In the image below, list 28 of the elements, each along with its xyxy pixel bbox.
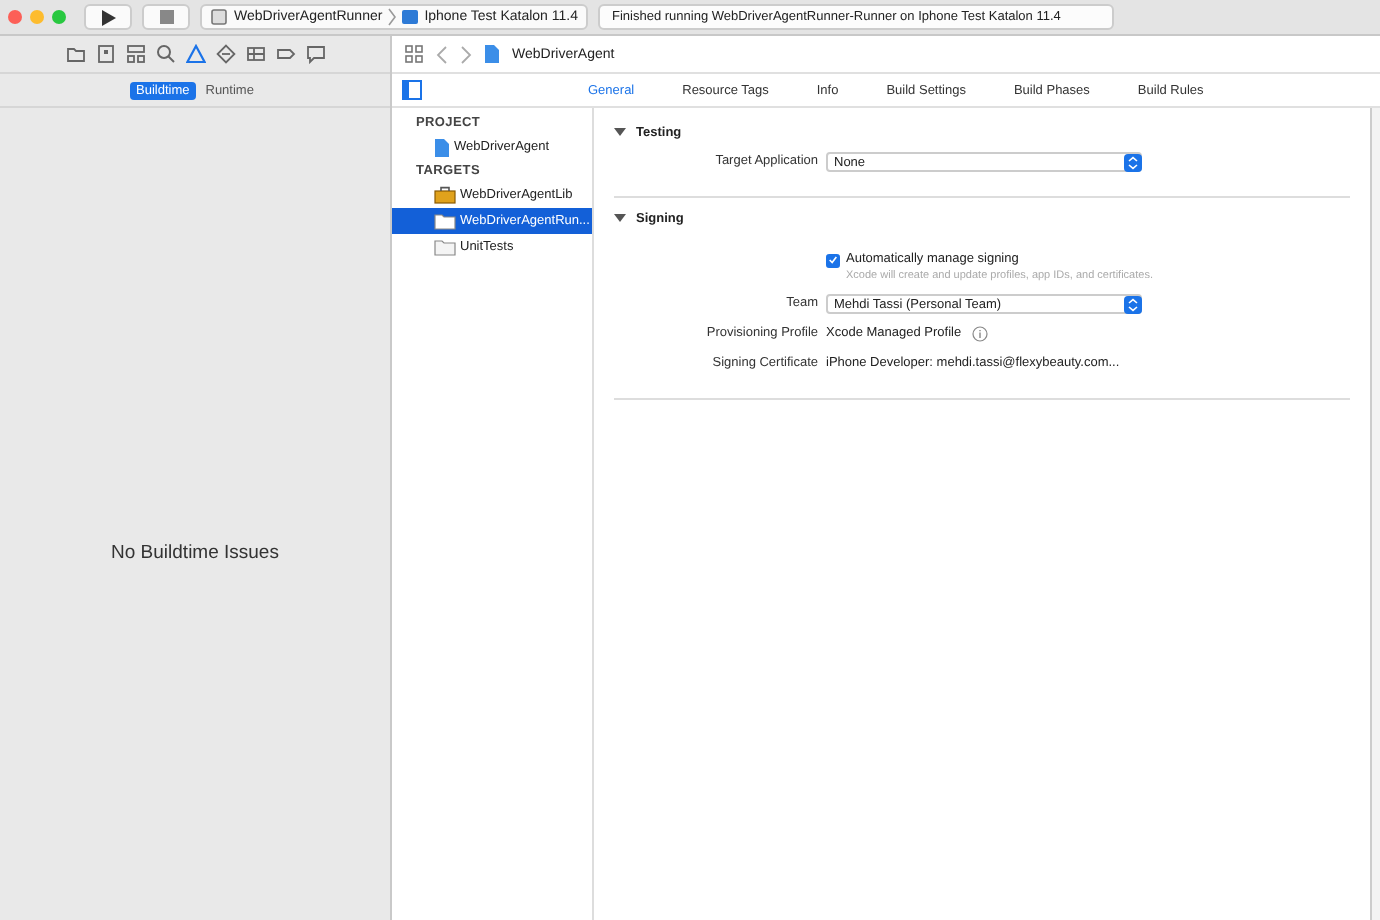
sidebar-toggle-icon[interactable]	[402, 80, 422, 100]
tag-icon[interactable]	[275, 44, 295, 64]
disclosure-icon[interactable]	[614, 126, 626, 138]
info-icon[interactable]	[971, 326, 988, 342]
stepper-icon	[1124, 295, 1142, 313]
chevron-right-icon	[388, 8, 397, 26]
close-button[interactable]	[8, 10, 22, 24]
hierarchy-icon[interactable]	[125, 44, 145, 64]
device-icon	[402, 8, 419, 26]
run-button[interactable]	[84, 4, 132, 30]
app-folder-icon	[434, 238, 456, 256]
stop-icon	[159, 10, 173, 24]
message-icon[interactable]	[305, 44, 325, 64]
search-icon[interactable]	[155, 44, 175, 64]
warning-icon[interactable]	[185, 44, 205, 64]
grid-icon[interactable]	[404, 44, 424, 64]
folder-icon[interactable]	[65, 44, 85, 64]
checkbox[interactable]	[826, 253, 840, 267]
empty-message: No Buildtime Issues	[111, 542, 279, 566]
toolbox-icon	[434, 186, 456, 204]
diamond-icon[interactable]	[215, 44, 235, 64]
project-file-icon	[484, 44, 500, 64]
stepper-icon	[1124, 153, 1142, 171]
app-folder-icon	[434, 212, 456, 230]
disclosure-icon[interactable]	[614, 212, 626, 224]
stop-button[interactable]	[142, 4, 190, 30]
play-icon	[100, 9, 116, 25]
project-file-icon	[434, 137, 450, 157]
